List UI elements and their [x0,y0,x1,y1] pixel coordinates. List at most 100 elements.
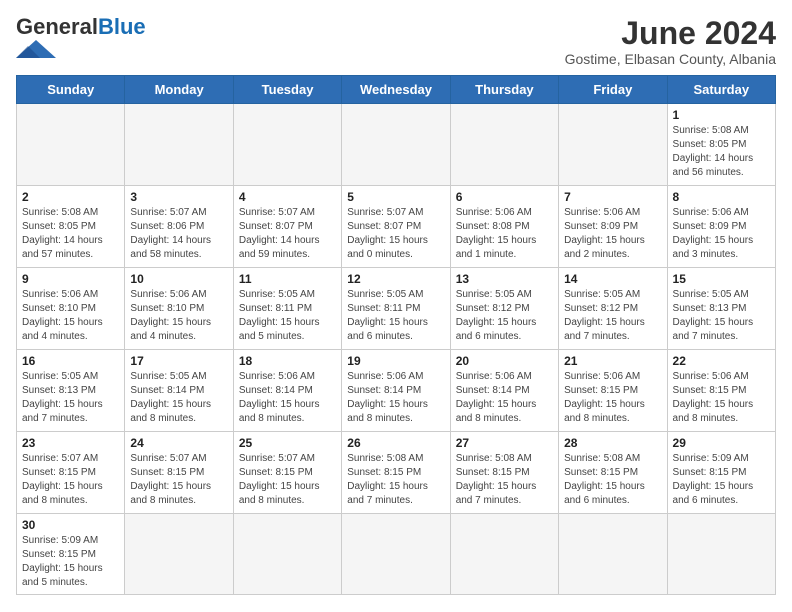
day-cell: 27Sunrise: 5:08 AM Sunset: 8:15 PM Dayli… [450,432,558,514]
week-row-2: 2Sunrise: 5:08 AM Sunset: 8:05 PM Daylig… [17,186,776,268]
day-cell [125,104,233,186]
day-cell: 14Sunrise: 5:05 AM Sunset: 8:12 PM Dayli… [559,268,667,350]
day-info: Sunrise: 5:07 AM Sunset: 8:15 PM Dayligh… [239,452,336,508]
day-cell: 1Sunrise: 5:08 AM Sunset: 8:05 PM Daylig… [667,104,775,186]
day-cell: 24Sunrise: 5:07 AM Sunset: 8:15 PM Dayli… [125,432,233,514]
day-number: 1 [673,108,770,122]
day-cell [559,104,667,186]
day-info: Sunrise: 5:06 AM Sunset: 8:09 PM Dayligh… [673,206,770,262]
day-number: 9 [22,272,119,286]
logo-icon [16,40,56,58]
weekday-header-saturday: Saturday [667,76,775,104]
week-row-6: 30 Sunrise: 5:09 AM Sunset: 8:15 PM Dayli… [17,514,776,595]
day-number: 25 [239,436,336,450]
day-cell [559,514,667,595]
day-info: Sunrise: 5:06 AM Sunset: 8:08 PM Dayligh… [456,206,553,262]
month-title: June 2024 [565,16,776,51]
day-number: 22 [673,354,770,368]
logo-text: GeneralBlue [16,16,146,38]
day-number: 28 [564,436,661,450]
logo: GeneralBlue [16,16,146,58]
day-cell: 9 Sunrise: 5:06 AM Sunset: 8:10 PM Daylig… [17,268,125,350]
weekday-header-row: SundayMondayTuesdayWednesdayThursdayFrid… [17,76,776,104]
day-number: 15 [673,272,770,286]
day-cell: 29Sunrise: 5:09 AM Sunset: 8:15 PM Dayli… [667,432,775,514]
day-number: 8 [673,190,770,204]
day-cell: 23 Sunrise: 5:07 AM Sunset: 8:15 PM Dayli… [17,432,125,514]
day-cell: 2Sunrise: 5:08 AM Sunset: 8:05 PM Daylig… [17,186,125,268]
day-info: Sunrise: 5:07 AM Sunset: 8:15 PM Dayligh… [130,452,227,508]
day-info: Sunrise: 5:05 AM Sunset: 8:11 PM Dayligh… [347,288,444,344]
day-number: 12 [347,272,444,286]
day-info: Sunrise: 5:06 AM Sunset: 8:14 PM Dayligh… [456,370,553,426]
day-number: 26 [347,436,444,450]
day-info: Sunrise: 5:09 AM Sunset: 8:15 PM Dayligh… [22,534,119,590]
day-info: Sunrise: 5:05 AM Sunset: 8:14 PM Dayligh… [130,370,227,426]
day-cell: 3 Sunrise: 5:07 AM Sunset: 8:06 PM Daylig… [125,186,233,268]
day-info: Sunrise: 5:08 AM Sunset: 8:15 PM Dayligh… [564,452,661,508]
title-area: June 2024 Gostime, Elbasan County, Alban… [565,16,776,67]
day-number: 2 [22,190,119,204]
day-cell: 11 Sunrise: 5:05 AM Sunset: 8:11 PM Dayli… [233,268,341,350]
day-cell: 5 Sunrise: 5:07 AM Sunset: 8:07 PM Daylig… [342,186,450,268]
day-info: Sunrise: 5:06 AM Sunset: 8:09 PM Dayligh… [564,206,661,262]
day-cell: 17 Sunrise: 5:05 AM Sunset: 8:14 PM Dayli… [125,350,233,432]
week-row-3: 9 Sunrise: 5:06 AM Sunset: 8:10 PM Daylig… [17,268,776,350]
day-cell [450,104,558,186]
day-number: 11 [239,272,336,286]
day-info: Sunrise: 5:05 AM Sunset: 8:11 PM Dayligh… [239,288,336,344]
day-number: 3 [130,190,227,204]
day-cell: 6 Sunrise: 5:06 AM Sunset: 8:08 PM Daylig… [450,186,558,268]
day-info: Sunrise: 5:06 AM Sunset: 8:15 PM Dayligh… [673,370,770,426]
day-info: Sunrise: 5:06 AM Sunset: 8:15 PM Dayligh… [564,370,661,426]
day-number: 10 [130,272,227,286]
day-cell [125,514,233,595]
day-info: Sunrise: 5:07 AM Sunset: 8:06 PM Dayligh… [130,206,227,262]
day-info: Sunrise: 5:06 AM Sunset: 8:10 PM Dayligh… [130,288,227,344]
day-cell: 10 Sunrise: 5:06 AM Sunset: 8:10 PM Dayli… [125,268,233,350]
day-cell: 7Sunrise: 5:06 AM Sunset: 8:09 PM Daylig… [559,186,667,268]
day-cell [17,104,125,186]
day-info: Sunrise: 5:07 AM Sunset: 8:07 PM Dayligh… [239,206,336,262]
day-info: Sunrise: 5:07 AM Sunset: 8:15 PM Dayligh… [22,452,119,508]
day-number: 4 [239,190,336,204]
day-info: Sunrise: 5:05 AM Sunset: 8:12 PM Dayligh… [564,288,661,344]
day-cell: 30 Sunrise: 5:09 AM Sunset: 8:15 PM Dayli… [17,514,125,595]
day-cell [233,104,341,186]
calendar-header: GeneralBlue June 2024 Gostime, Elbasan C… [16,16,776,67]
weekday-header-sunday: Sunday [17,76,125,104]
logo-blue: Blue [98,14,146,39]
day-info: Sunrise: 5:08 AM Sunset: 8:15 PM Dayligh… [347,452,444,508]
day-info: Sunrise: 5:06 AM Sunset: 8:14 PM Dayligh… [239,370,336,426]
day-cell: 26 Sunrise: 5:08 AM Sunset: 8:15 PM Dayli… [342,432,450,514]
day-info: Sunrise: 5:06 AM Sunset: 8:10 PM Dayligh… [22,288,119,344]
day-cell: 15 Sunrise: 5:05 AM Sunset: 8:13 PM Dayli… [667,268,775,350]
day-number: 6 [456,190,553,204]
day-cell: 4 Sunrise: 5:07 AM Sunset: 8:07 PM Daylig… [233,186,341,268]
day-info: Sunrise: 5:07 AM Sunset: 8:07 PM Dayligh… [347,206,444,262]
day-number: 13 [456,272,553,286]
day-number: 17 [130,354,227,368]
day-number: 18 [239,354,336,368]
week-row-4: 16 Sunrise: 5:05 AM Sunset: 8:13 PM Dayli… [17,350,776,432]
day-number: 16 [22,354,119,368]
location-subtitle: Gostime, Elbasan County, Albania [565,51,776,67]
day-cell: 20Sunrise: 5:06 AM Sunset: 8:14 PM Dayli… [450,350,558,432]
day-info: Sunrise: 5:05 AM Sunset: 8:13 PM Dayligh… [673,288,770,344]
weekday-header-thursday: Thursday [450,76,558,104]
weekday-header-tuesday: Tuesday [233,76,341,104]
day-number: 5 [347,190,444,204]
day-number: 30 [22,518,119,532]
day-cell [342,104,450,186]
day-number: 27 [456,436,553,450]
day-number: 23 [22,436,119,450]
weekday-header-friday: Friday [559,76,667,104]
day-number: 19 [347,354,444,368]
day-cell [233,514,341,595]
day-cell: 25 Sunrise: 5:07 AM Sunset: 8:15 PM Dayli… [233,432,341,514]
day-cell: 18 Sunrise: 5:06 AM Sunset: 8:14 PM Dayli… [233,350,341,432]
day-cell: 12 Sunrise: 5:05 AM Sunset: 8:11 PM Dayli… [342,268,450,350]
day-info: Sunrise: 5:05 AM Sunset: 8:13 PM Dayligh… [22,370,119,426]
day-cell: 16 Sunrise: 5:05 AM Sunset: 8:13 PM Dayli… [17,350,125,432]
day-number: 29 [673,436,770,450]
